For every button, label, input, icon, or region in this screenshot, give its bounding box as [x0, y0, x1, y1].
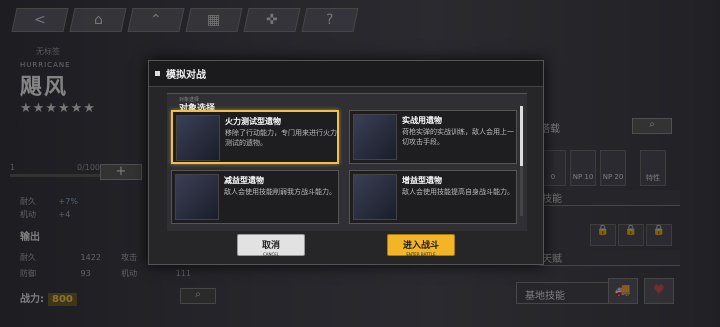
target-card-buff[interactable]: 增益型遗物 敌人会使用技能提高自身战斗能力。: [349, 170, 517, 224]
card-desc: 敌人会使用技能削弱我方战斗能力。: [224, 188, 336, 196]
cancel-sub: CANCEL: [262, 252, 280, 257]
cancel-label: 取消: [261, 241, 280, 251]
card-name: 减益型遗物: [224, 176, 264, 185]
square-icon: [155, 71, 160, 76]
scrollbar-thumb[interactable]: [520, 106, 523, 166]
card-name: 实战用遗物: [402, 116, 442, 125]
card-desc: 移除了行动能力，专门用来进行火力测试的遗物。: [225, 129, 337, 147]
relic-image: [353, 114, 397, 160]
relic-image: [175, 174, 219, 220]
card-name: 火力测试型遗物: [225, 117, 281, 126]
enter-label: 进入战斗: [402, 241, 439, 251]
card-desc: 荷枪实弹的实战训练，敌人会用上一切攻击手段。: [402, 128, 514, 146]
battle-sim-modal: 模拟对战 对象选择 对象选择 火力测试型遗物 移除了行动能力，专门用来进行火力测…: [148, 60, 544, 265]
modal-title: 模拟对战: [166, 70, 206, 81]
enter-sub: ENTER BATTLE: [406, 252, 436, 257]
card-name: 增益型遗物: [402, 176, 442, 185]
cancel-button[interactable]: 取消 CANCEL: [237, 234, 305, 257]
card-desc: 敌人会使用技能提高自身战斗能力。: [402, 188, 514, 196]
enter-battle-button[interactable]: 进入战斗 ENTER BATTLE: [387, 234, 455, 257]
target-selection: 对象选择 对象选择 火力测试型遗物 移除了行动能力，专门用来进行火力测试的遗物。…: [167, 93, 527, 231]
game-screen: < ⌂ ⌃ ▦ ✜ ? 无标签 HURRICANE 飓风 ★★★★★★ 1 0/…: [0, 0, 720, 327]
relic-image: [353, 174, 397, 220]
target-card-debuff[interactable]: 减益型遗物 敌人会使用技能削弱我方战斗能力。: [171, 170, 339, 224]
relic-image: [176, 115, 220, 161]
target-card-combat[interactable]: 实战用遗物 荷枪实弹的实战训练，敌人会用上一切攻击手段。: [349, 110, 517, 164]
target-card-firepower[interactable]: 火力测试型遗物 移除了行动能力，专门用来进行火力测试的遗物。: [171, 110, 339, 164]
list-scrollbar[interactable]: [520, 106, 523, 216]
modal-header: 模拟对战: [149, 61, 543, 87]
